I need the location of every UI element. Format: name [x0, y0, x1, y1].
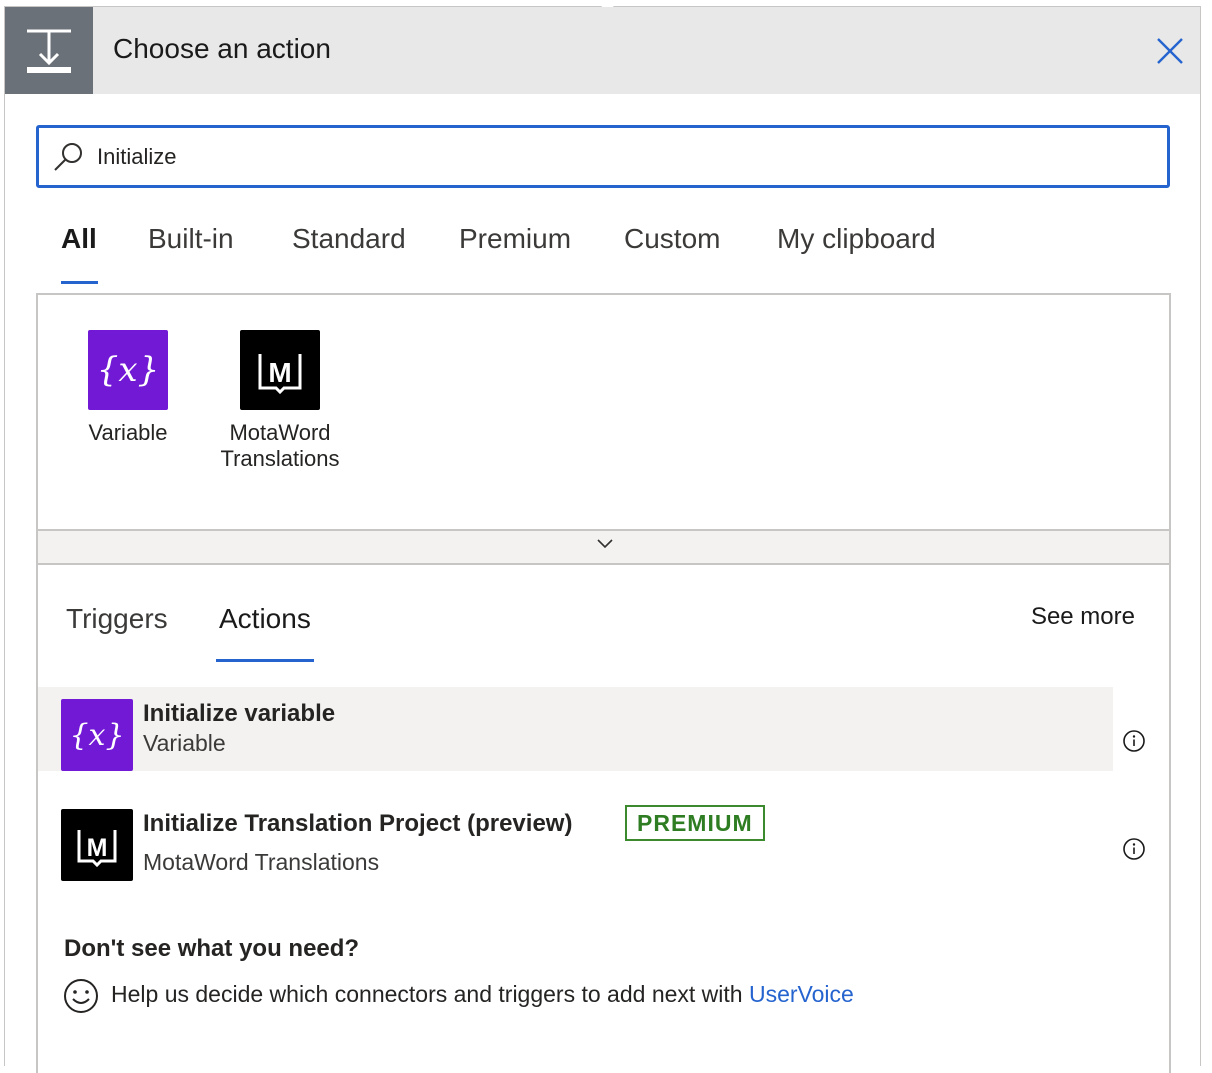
action-title: Initialize Translation Project (preview) — [143, 810, 573, 837]
svg-text:M: M — [268, 357, 291, 388]
info-icon[interactable] — [1122, 729, 1146, 753]
variable-icon: {x} — [88, 330, 168, 410]
motaword-icon: M — [61, 809, 133, 881]
help-text: Help us decide which connectors and trig… — [111, 981, 854, 1008]
chevron-down-icon — [597, 539, 613, 549]
insert-step-icon — [5, 7, 93, 94]
panel-title: Choose an action — [113, 33, 331, 64]
svg-text:M: M — [87, 834, 108, 862]
search-icon — [54, 143, 82, 171]
panel-header: Choose an action — [5, 7, 1200, 94]
active-subtab-indicator — [216, 659, 314, 662]
tab-built-in[interactable]: Built-in — [148, 223, 234, 255]
connector-label: Variable — [88, 420, 168, 445]
info-icon[interactable] — [1122, 837, 1146, 861]
tab-my-clipboard[interactable]: My clipboard — [777, 223, 936, 255]
tab-triggers[interactable]: Triggers — [66, 603, 168, 635]
connector-label-line1: MotaWord — [229, 420, 331, 445]
action-initialize-variable[interactable]: {x} Initialize variable Variable — [38, 687, 1113, 771]
tab-all[interactable]: All — [61, 223, 97, 255]
svg-text:{x}: {x} — [97, 350, 159, 390]
action-subtitle: Variable — [143, 730, 226, 756]
premium-badge: PREMIUM — [625, 805, 765, 841]
action-initialize-translation-project[interactable]: M Initialize Translation Project (previe… — [38, 797, 1113, 881]
active-tab-indicator — [61, 281, 98, 284]
variable-icon: {x} — [61, 699, 133, 771]
connector-variable[interactable]: {x} Variable — [48, 330, 208, 446]
action-subtitle: MotaWord Translations — [143, 849, 380, 875]
uservoice-link[interactable]: UserVoice — [749, 981, 854, 1007]
connector-label-line2: Translations — [220, 446, 340, 471]
connector-label: MotaWord Translations — [200, 420, 360, 472]
choose-action-panel: Choose an action All Built-in Standard P… — [4, 0, 1201, 1073]
connector-motaword[interactable]: M MotaWord Translations — [200, 330, 360, 472]
search-input[interactable] — [97, 138, 1147, 176]
close-icon — [1157, 38, 1183, 64]
tab-premium[interactable]: Premium — [459, 223, 571, 255]
motaword-icon: M — [240, 330, 320, 410]
help-message: Help us decide which connectors and trig… — [111, 981, 749, 1007]
connectors-grid: {x} Variable M MotaWord Translations — [36, 293, 1171, 529]
smiley-icon — [64, 979, 98, 1013]
tab-actions[interactable]: Actions — [219, 603, 311, 635]
action-title: Initialize variable — [143, 700, 336, 727]
see-more-link[interactable]: See more — [1031, 603, 1135, 631]
close-button[interactable] — [1154, 35, 1186, 67]
tab-standard[interactable]: Standard — [292, 223, 406, 255]
search-box[interactable] — [36, 125, 1170, 188]
tab-custom[interactable]: Custom — [624, 223, 720, 255]
svg-text:{x}: {x} — [69, 718, 124, 753]
dont-see-heading: Don't see what you need? — [64, 935, 360, 962]
expand-connectors-button[interactable] — [36, 529, 1171, 565]
results-section: Triggers Actions See more {x} Initialize… — [36, 563, 1171, 1073]
